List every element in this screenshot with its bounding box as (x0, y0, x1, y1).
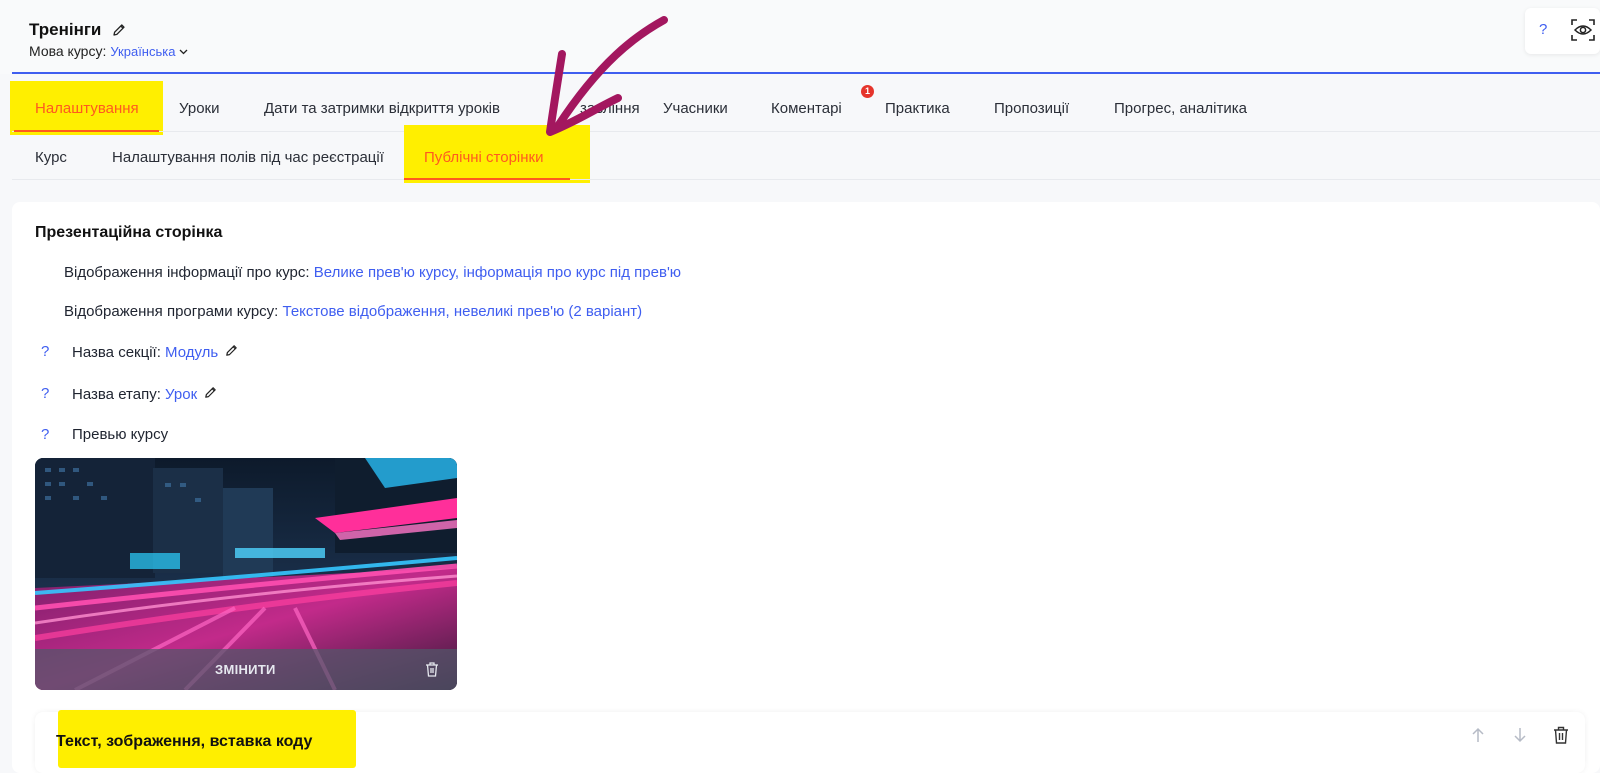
program-display-row: Відображення програми курсу: Текстове ві… (64, 303, 642, 320)
help-icon[interactable]: ? (41, 343, 49, 360)
trash-icon[interactable] (424, 661, 440, 678)
preview-eye-icon[interactable] (1570, 17, 1596, 43)
course-info-link[interactable]: Велике прев'ю курсу, інформація про курс… (314, 264, 681, 281)
active-subtab-indicator (404, 178, 570, 180)
pencil-icon[interactable] (203, 385, 218, 400)
tab-settings[interactable]: Налаштування (35, 100, 139, 117)
change-image-button[interactable]: ЗМІНИТИ (215, 662, 276, 677)
section-name-label: Назва секції: (72, 344, 161, 361)
section-title: Презентаційна сторінка (35, 224, 223, 241)
block-title: Текст, зображення, вставка коду (56, 733, 313, 750)
program-display-label: Відображення програми курсу: (64, 303, 279, 320)
annotation-arrow-icon (546, 16, 668, 136)
stage-name-row: Назва етапу: Урок (72, 385, 218, 403)
main-tabs: Налаштування Уроки Дати та затримки відк… (12, 84, 1600, 132)
trash-icon[interactable] (1552, 725, 1570, 745)
arrow-up-icon[interactable] (1469, 725, 1487, 745)
preview-label: Превью курсу (72, 426, 169, 443)
course-info-label: Відображення інформації про курс: (64, 264, 310, 281)
subtab-course[interactable]: Курс (35, 149, 67, 166)
course-info-row: Відображення інформації про курс: Велике… (64, 264, 681, 281)
stage-name-label: Назва етапу: (72, 386, 161, 403)
course-language: Мова курсу: Українська (29, 42, 188, 59)
help-icon[interactable]: ? (41, 426, 49, 443)
course-language-label: Мова курсу: (29, 43, 107, 59)
comments-badge: 1 (861, 85, 874, 98)
section-name-value[interactable]: Модуль (165, 344, 218, 361)
program-display-link[interactable]: Текстове відображення, невеликі прев'ю (… (283, 303, 643, 320)
pencil-icon[interactable] (224, 343, 239, 358)
page-title: Тренінги (29, 20, 102, 39)
pencil-icon[interactable] (111, 22, 127, 38)
tab-lessons[interactable]: Уроки (179, 100, 219, 117)
help-icon[interactable]: ? (41, 385, 49, 402)
help-button[interactable]: ? (1539, 21, 1547, 38)
subtab-registration-fields[interactable]: Налаштування полів під час реєстрації (112, 149, 384, 166)
tab-comments[interactable]: Коментарі (771, 100, 842, 117)
tab-dates[interactable]: Дати та затримки відкриття уроків (264, 100, 500, 117)
header-divider (12, 72, 1600, 74)
preview-toolbar: ЗМІНИТИ (35, 649, 457, 690)
stage-name-value[interactable]: Урок (165, 386, 197, 403)
tab-practice[interactable]: Практика (885, 100, 950, 117)
sub-tabs: Курс Налаштування полів під час реєстрац… (12, 132, 1600, 180)
arrow-down-icon[interactable] (1511, 725, 1529, 745)
chevron-down-icon[interactable] (179, 42, 188, 58)
course-language-select[interactable]: Українська (110, 44, 175, 59)
tab-offers[interactable]: Пропозиції (994, 100, 1069, 117)
section-name-row: Назва секції: Модуль (72, 343, 239, 361)
course-preview-image: ЗМІНИТИ (35, 458, 457, 690)
tab-participants[interactable]: Учасники (663, 100, 728, 117)
tab-progress[interactable]: Прогрес, аналітика (1114, 100, 1247, 117)
page-header (0, 0, 1600, 74)
subtab-public-pages[interactable]: Публічні сторінки (424, 149, 544, 166)
